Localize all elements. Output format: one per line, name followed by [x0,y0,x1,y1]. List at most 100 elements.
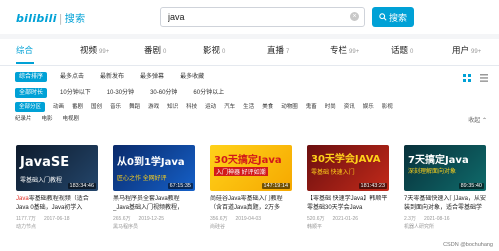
tab-user[interactable]: 用户 99+ [452,44,481,56]
zone-option[interactable]: 电影 [39,114,56,124]
zone-option[interactable]: 电视剧 [60,114,83,124]
search-button-label: 搜索 [388,12,407,23]
thumbnail-title: 30天学会JAVA [311,154,381,165]
search-icon [379,13,387,21]
duration-badge: 147:19:14 [261,183,290,189]
upload-date: 2017-06-18 [43,216,70,222]
video-card[interactable]: 7天搞定Java 深刻理解面向对象 89:35:40 7天零基础快速入门Java… [404,145,486,230]
sort-option[interactable]: 最多弹幕 [137,72,167,82]
video-title[interactable]: 7天零基础快速入门Java，从安装到面向对象，适合零基础学习Java [404,195,486,213]
video-title[interactable]: 【零基础 快速学Java】韩顺平 零基础30天学会Java [307,195,389,213]
tab-topic[interactable]: 话题 0 [391,44,413,56]
thumbnail-title: 从0到1学Java [117,157,185,168]
zone-option[interactable]: 纪录片 [15,114,35,124]
thumbnail-title: JavaSE [20,155,70,170]
zone-option[interactable]: 时尚 [322,102,339,112]
zone-option[interactable]: 资讯 [341,102,358,112]
zone-option[interactable]: 美食 [259,102,276,112]
zone-option[interactable]: 生活 [240,102,257,112]
logo-text: bilibili [16,12,57,25]
video-meta: 265.6万 2019-12-25 [113,215,195,222]
bilibili-logo[interactable]: bilibili | 搜索 [16,10,85,25]
tab-article[interactable]: 专栏 99+ [330,44,359,56]
filter-panel: 综合排序 最多点击 最新发布 最多弹幕 最多收藏 全部时长 10分钟以下 10-30分钟 30… [0,66,499,130]
duration-option[interactable]: 30-60分钟 [147,88,180,98]
uploader-name[interactable]: 韩顺平 [307,223,389,230]
uploader-name[interactable]: 黑马程序员 [113,223,195,230]
uploader-name[interactable]: 尚硅谷 [210,223,292,230]
thumbnail-subtitle: 入门神器 好评如潮 [214,167,268,176]
zone-option[interactable]: 知识 [164,102,181,112]
video-card[interactable]: 从0到1学Java 匠心之作 全网好评 67:15:35 黑马程序员全套Java… [113,145,195,230]
watermark: CSDN @bochuhang [443,242,493,248]
zone-option[interactable]: 全部分区 [15,102,46,112]
sort-option[interactable]: 最多收藏 [177,72,207,82]
upload-date: 2019-12-25 [138,216,165,222]
zone-filter-row: 全部分区 动画 番剧 国创 音乐 舞蹈 游戏 知识 科技 运动 汽车 生活 美食 动物圈 鬼畜 时尚 资讯 娱乐影… [15,102,396,112]
thumbnail-subtitle: 匠心之作 全网好评 [117,176,167,182]
sort-option[interactable]: 最新发布 [97,72,127,82]
duration-badge: 67:15:35 [167,183,193,189]
video-thumbnail[interactable]: 7天搞定Java 深刻理解面向对象 89:35:40 [404,145,486,191]
search-box: × [160,7,365,27]
top-bar: bilibili|搜索 × 搜索 [0,0,499,34]
thumbnail-title: 30天搞定Java [214,155,282,166]
collapse-toggle[interactable]: 收起 ⌃ [468,115,487,124]
video-title[interactable]: 尚硅谷Java零基础入门教程（含百道Java真题，2万多 [210,195,292,213]
sort-option[interactable]: 最多点击 [57,72,87,82]
zone-option[interactable]: 游戏 [145,102,162,112]
video-thumbnail[interactable]: JavaSE 零基础入门教程 183:34:46 [16,145,98,191]
duration-badge: 183:34:46 [67,183,96,189]
tab-live[interactable]: 直播 7 [267,44,289,56]
play-count: 1177.7万 [16,216,36,222]
duration-filter-row: 全部时长 10分钟以下 10-30分钟 30-60分钟 60分钟以上 [15,88,237,98]
zone-option[interactable]: 舞蹈 [126,102,143,112]
zone-option[interactable]: 运动 [202,102,219,112]
grid-view-icon[interactable] [463,74,471,82]
duration-option[interactable]: 60分钟以上 [190,88,227,98]
zone-option[interactable]: 国创 [88,102,105,112]
search-button[interactable]: 搜索 [372,7,414,27]
video-card[interactable]: JavaSE 零基础入门教程 183:34:46 Java零基础教程视频（适合J… [16,145,98,230]
video-results: JavaSE 零基础入门教程 183:34:46 Java零基础教程视频（适合J… [0,130,499,251]
video-meta: 356.6万 2019-04-03 [210,215,292,222]
tab-all[interactable]: 综合 [16,44,35,56]
clear-icon[interactable]: × [350,12,359,21]
sort-filter-row: 综合排序 最多点击 最新发布 最多弹幕 最多收藏 [15,72,217,82]
tab-film[interactable]: 影视 0 [203,44,225,56]
video-meta: 1177.7万 2017-06-18 [16,215,98,222]
play-count: 2.3万 [404,216,416,222]
zone-option[interactable]: 动画 [50,102,67,112]
video-thumbnail[interactable]: 从0到1学Java 匠心之作 全网好评 67:15:35 [113,145,195,191]
video-thumbnail[interactable]: 30天学会JAVA 零基础 快速入门 181:43:23 [307,145,389,191]
zone-option[interactable]: 影视 [379,102,396,112]
video-title[interactable]: 黑马程序员全套Java教程_Java基础入门视频教程， [113,195,195,213]
upload-date: 2021-08-16 [423,216,450,222]
tab-video[interactable]: 视频 99+ [80,44,109,56]
sort-option[interactable]: 综合排序 [15,72,48,82]
zone-option[interactable]: 音乐 [107,102,124,112]
zone-option[interactable]: 番剧 [69,102,86,112]
video-title[interactable]: Java零基础教程视频（适合Java 0基础，Java初学入 [16,195,98,213]
zone-option[interactable]: 汽车 [221,102,238,112]
zone-option[interactable]: 娱乐 [360,102,377,112]
duration-option[interactable]: 10分钟以下 [57,88,94,98]
video-thumbnail[interactable]: 30天搞定Java 入门神器 好评如潮 147:19:14 [210,145,292,191]
play-count: 356.6万 [210,216,228,222]
result-tabs: 综合 视频 99+ 番剧 0 影视 0 直播 7 专栏 99+ 话题 0 用户 99+ [0,39,499,66]
duration-option[interactable]: 全部时长 [15,88,48,98]
list-view-icon[interactable] [480,74,488,82]
duration-option[interactable]: 10-30分钟 [104,88,137,98]
uploader-name[interactable]: 机器人研究所 [404,223,486,230]
uploader-name[interactable]: 动力节点 [16,223,98,230]
video-card[interactable]: 30天学会JAVA 零基础 快速入门 181:43:23 【零基础 快速学Jav… [307,145,389,230]
zone-option[interactable]: 鬼畜 [303,102,320,112]
search-input[interactable] [161,8,358,26]
zone-option[interactable]: 科技 [183,102,200,112]
zone-option[interactable]: 动物圈 [278,102,301,112]
logo-search-label: 搜索 [64,14,86,25]
thumbnail-subtitle: 深刻理解面向对象 [408,169,457,175]
video-card[interactable]: 30天搞定Java 入门神器 好评如潮 147:19:14 尚硅谷Java零基础… [210,145,292,230]
tab-bangumi[interactable]: 番剧 0 [144,44,166,56]
play-count: 520.6万 [307,216,325,222]
